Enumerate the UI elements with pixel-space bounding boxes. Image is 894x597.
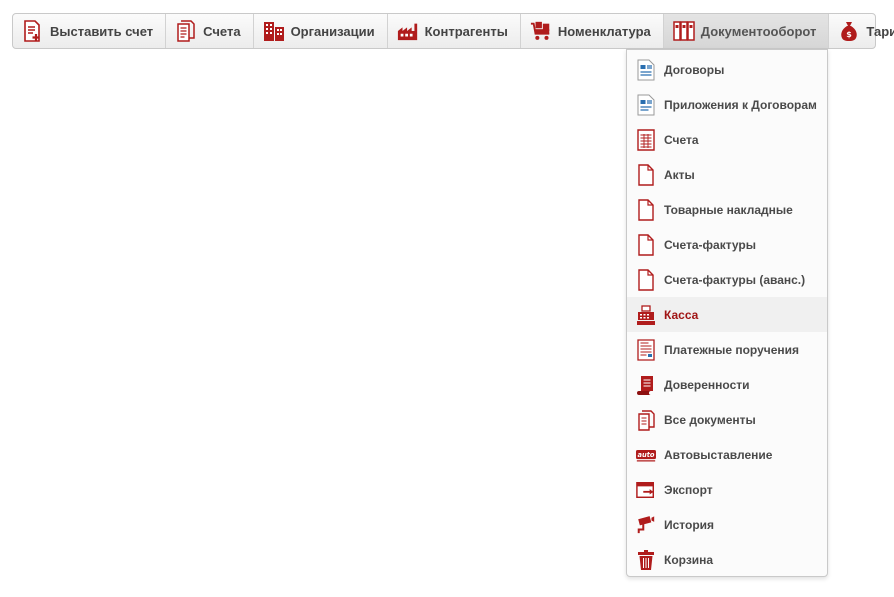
dropdown-item-all-documents[interactable]: Все документы (627, 402, 827, 437)
invoice-table-icon (636, 128, 656, 151)
menu-nomenclature[interactable]: Номенклатура (521, 14, 664, 48)
dropdown-label: Счета-фактуры (664, 237, 756, 252)
dropdown-label: Акты (664, 167, 695, 182)
dropdown-item-cash[interactable]: Касса (627, 297, 827, 332)
menu-label: Документооборот (700, 23, 817, 39)
dropdown-item-advance-tax-invoices[interactable]: Счета-фактуры (аванс.) (627, 262, 827, 297)
dropdown-item-payment-orders[interactable]: Платежные поручения (627, 332, 827, 367)
binders-icon (673, 20, 695, 42)
dropdown-label: Платежные поручения (664, 342, 800, 357)
dropdown-label: Доверенности (664, 377, 750, 392)
dropdown-item-auto-issue[interactable]: auto Автовыставление (627, 437, 827, 472)
dropdown-item-tax-invoices[interactable]: Счета-фактуры (627, 227, 827, 262)
dropdown-item-export[interactable]: Экспорт (627, 472, 827, 507)
export-icon (636, 479, 656, 501)
menu-counterparties[interactable]: Контрагенты (388, 14, 521, 48)
dropdown-label: Корзина (664, 552, 714, 567)
dropdown-label: Товарные накладные (664, 202, 793, 217)
blank-page-icon (636, 233, 656, 256)
auto-icon: auto (636, 444, 656, 466)
money-bag-icon: $ (838, 20, 860, 42)
dropdown-item-history[interactable]: История (627, 507, 827, 542)
menu-organizations[interactable]: Организации (254, 14, 388, 48)
dropdown-label: Касса (664, 307, 699, 322)
dropdown-item-waybills[interactable]: Товарные накладные (627, 192, 827, 227)
all-documents-icon (636, 409, 656, 431)
top-menubar: Выставить счет Счета Организации Контраг… (12, 13, 894, 49)
contract-icon (636, 59, 656, 81)
menu-label: Контрагенты (424, 23, 508, 39)
dropdown-item-acts[interactable]: Акты (627, 157, 827, 192)
dropdown-item-trash[interactable]: Корзина (627, 542, 827, 577)
dropdown-label: Экспорт (664, 482, 713, 497)
dropdown-item-invoices[interactable]: Счета (627, 122, 827, 157)
menu-document-flow[interactable]: Документооборот (663, 14, 830, 48)
blank-page-icon (636, 163, 656, 186)
dropdown-item-powers-of-attorney[interactable]: Доверенности (627, 367, 827, 402)
menu-label: Номенклатура (557, 23, 651, 39)
menu-label: Тарифы (866, 23, 894, 39)
scroll-icon (636, 374, 656, 396)
history-camera-icon (636, 514, 656, 536)
dropdown-label: Все документы (664, 412, 756, 427)
menu-label: Организации (290, 23, 375, 39)
svg-text:$: $ (847, 30, 853, 39)
cash-register-icon (636, 304, 656, 326)
dropdown-label: Приложения к Договорам (664, 97, 817, 112)
dropdown-label: Договоры (664, 62, 725, 77)
documents-icon (175, 20, 197, 42)
contract-attachment-icon (636, 94, 656, 116)
dropdown-label: Автовыставление (664, 447, 773, 462)
menu-invoices[interactable]: Счета (166, 14, 254, 48)
trash-icon (636, 549, 656, 571)
dropdown-item-contracts[interactable]: Договоры (627, 52, 827, 87)
blank-page-icon (636, 268, 656, 291)
menu-label: Выставить счет (50, 23, 154, 39)
document-flow-dropdown: Договоры Приложения к Договорам Счета Ак… (626, 49, 828, 577)
menu-label: Счета (203, 23, 241, 39)
factory-icon (397, 20, 419, 42)
svg-text:auto: auto (638, 451, 655, 459)
payment-order-icon (636, 338, 656, 361)
menu-tariffs[interactable]: $ Тарифы (829, 14, 894, 48)
dropdown-label: Счета (664, 132, 699, 147)
dropdown-item-contract-attachments[interactable]: Приложения к Договорам (627, 87, 827, 122)
dropdown-label: Счета-фактуры (аванс.) (664, 272, 806, 287)
invoice-add-icon (22, 20, 44, 42)
dropdown-label: История (664, 517, 715, 532)
menu-invoice-create[interactable]: Выставить счет (13, 14, 167, 48)
cart-icon (530, 20, 552, 42)
buildings-icon (263, 20, 285, 42)
blank-page-icon (636, 198, 656, 221)
